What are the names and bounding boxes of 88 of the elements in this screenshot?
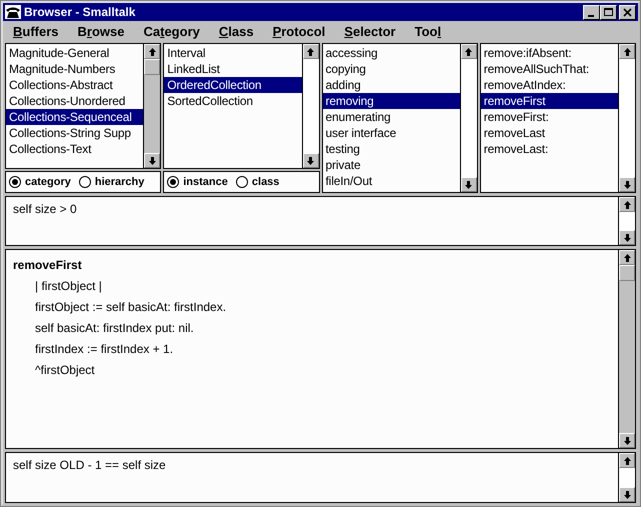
up-arrow-icon [465, 48, 472, 56]
list-item[interactable]: Collections-Unordered [6, 93, 144, 109]
scroll-down-button[interactable] [619, 487, 635, 502]
scroll-up-button[interactable] [144, 44, 160, 59]
list-item[interactable]: Collections-String Supp [6, 125, 144, 141]
menu-item[interactable]: Protocol [266, 24, 332, 38]
down-arrow-icon [624, 490, 630, 498]
minimize-icon [588, 15, 594, 17]
scroll-up-button[interactable] [460, 44, 477, 59]
scroll-down-button[interactable] [460, 177, 477, 192]
close-icon [623, 8, 632, 17]
scroll-up-button[interactable] [619, 44, 635, 59]
list-item[interactable]: Collections-Text [6, 141, 144, 157]
scrollbar-thumb[interactable] [144, 59, 160, 75]
menu-item[interactable]: Buffers [7, 24, 65, 38]
radio-label[interactable]: category [25, 176, 71, 188]
scroll-down-button[interactable] [144, 153, 160, 168]
list-item[interactable]: Magnitude-Numbers [6, 61, 144, 77]
up-arrow-icon [624, 456, 630, 464]
list-item[interactable]: Magnitude-General [6, 45, 144, 61]
down-arrow-icon [148, 156, 156, 164]
list-item[interactable]: LinkedList [164, 61, 302, 77]
scroll-down-button[interactable] [302, 153, 318, 168]
scroll-down-button[interactable] [619, 177, 635, 192]
list-item[interactable]: copying [322, 61, 460, 77]
menu-item[interactable]: Category [137, 24, 206, 38]
maximize-icon [604, 8, 613, 16]
menu-item[interactable]: Class [212, 24, 260, 38]
code-line: ^firstObject [34, 362, 96, 379]
up-arrow-icon [624, 254, 630, 262]
list-item[interactable]: private [322, 157, 460, 173]
list-item[interactable]: testing [322, 141, 460, 157]
list-item[interactable]: removing [322, 93, 460, 109]
code-line: firstIndex := firstIndex + 1. [34, 341, 174, 358]
list-item[interactable]: Collections-Abstract [6, 77, 144, 93]
up-arrow-icon [148, 48, 156, 56]
list-item[interactable]: remove:ifAbsent: [480, 45, 618, 61]
code-line: firstObject := self basicAt: firstIndex. [34, 299, 228, 316]
list-item[interactable]: Interval [164, 45, 302, 61]
list-item[interactable]: adding [322, 77, 460, 93]
close-button[interactable] [619, 4, 636, 20]
list-item[interactable]: removeLast: [480, 141, 618, 157]
radio-button[interactable] [78, 176, 91, 188]
list-item[interactable]: accessing [322, 45, 460, 61]
list-item[interactable]: fileIn/Out [322, 173, 460, 189]
down-arrow-icon [465, 180, 472, 188]
scroll-down-button[interactable] [619, 433, 635, 448]
list-item[interactable]: OrderedCollection [164, 77, 302, 93]
menu-item[interactable]: Selector [338, 24, 402, 38]
scroll-down-button[interactable] [619, 230, 635, 245]
up-arrow-icon [307, 48, 314, 56]
down-arrow-icon [624, 180, 630, 188]
list-item[interactable]: removeFirst: [480, 109, 618, 125]
precondition-text: self size > 0 [13, 202, 78, 216]
menu-item[interactable]: Tool [408, 24, 448, 38]
radio-button[interactable] [9, 176, 21, 188]
list-item[interactable]: user interface [322, 125, 460, 141]
code-line: | firstObject | [34, 278, 103, 295]
radio-button[interactable] [167, 176, 180, 188]
radio-label[interactable]: hierarchy [94, 176, 144, 188]
scroll-up-button[interactable] [619, 197, 635, 212]
menu-item[interactable]: Browse [72, 24, 130, 38]
radio-button[interactable] [236, 176, 248, 188]
minimize-button[interactable] [583, 4, 600, 20]
radio-label[interactable]: class [252, 176, 280, 188]
list-item[interactable]: removeAtIndex: [480, 77, 618, 93]
down-arrow-icon [307, 156, 314, 164]
method-selector: removeFirst [13, 257, 83, 274]
up-arrow-icon [624, 200, 630, 208]
list-item[interactable]: removeFirst [480, 93, 618, 109]
list-item[interactable]: removeLast [480, 125, 618, 141]
up-arrow-icon [624, 48, 630, 56]
scroll-up-button[interactable] [619, 250, 635, 265]
radio-label[interactable]: instance [183, 176, 228, 188]
scroll-up-button[interactable] [302, 44, 318, 59]
telephone-icon[interactable] [5, 5, 21, 19]
code-line: self basicAt: firstIndex put: nil. [34, 320, 195, 337]
down-arrow-icon [624, 436, 630, 444]
postcondition-text: self size OLD - 1 == self size [13, 458, 167, 472]
down-arrow-icon [624, 234, 630, 242]
scrollbar-thumb[interactable] [619, 265, 635, 281]
list-item[interactable]: Collections-Sequenceal [6, 109, 144, 125]
list-item[interactable]: removeAllSuchThat: [480, 61, 618, 77]
list-item[interactable]: SortedCollection [164, 93, 302, 109]
list-item[interactable]: enumerating [322, 109, 460, 125]
scroll-up-button[interactable] [619, 453, 635, 468]
maximize-button[interactable] [600, 4, 617, 20]
window-title: Browser - Smalltalk [24, 5, 136, 19]
